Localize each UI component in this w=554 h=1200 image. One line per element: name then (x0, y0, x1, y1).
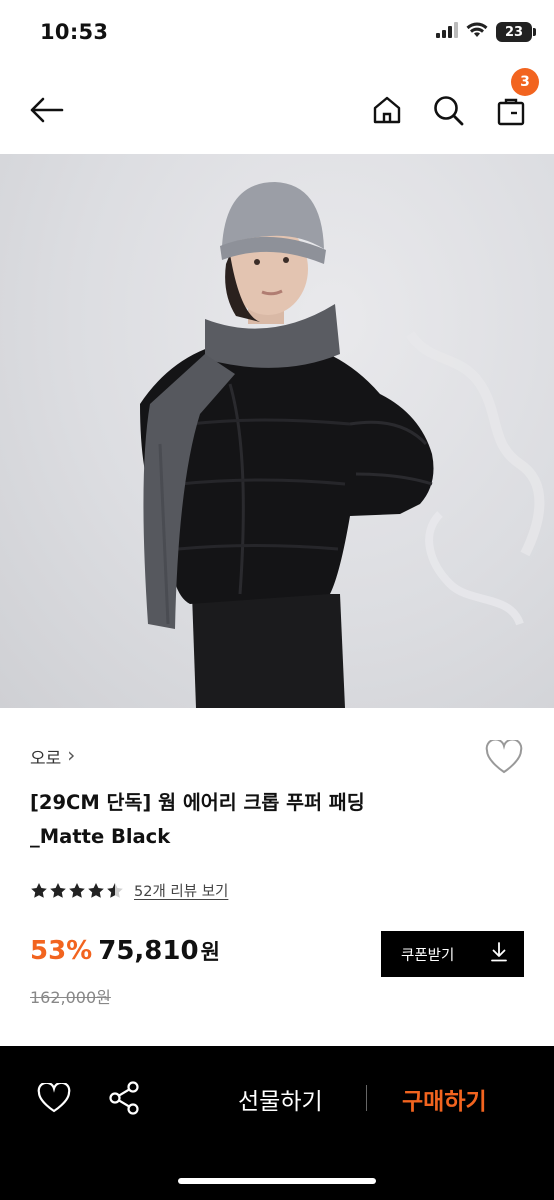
coupon-label: 쿠폰받기 (401, 947, 455, 964)
star-icon (88, 883, 104, 898)
coupon-button[interactable]: 쿠폰받기 (381, 931, 524, 977)
product-image[interactable] (0, 154, 554, 708)
rating-row: 52개 리뷰 보기 (30, 880, 228, 901)
chevron-right-icon: › (67, 743, 76, 767)
share-icon[interactable] (104, 1078, 144, 1118)
review-link[interactable]: 52개 리뷰 보기 (134, 880, 228, 901)
home-icon[interactable] (370, 92, 404, 128)
top-nav: 3 (0, 66, 554, 154)
brand-link[interactable]: 오로 › (30, 743, 76, 769)
signal-icon (436, 22, 458, 42)
brand-name: 오로 (30, 749, 62, 769)
currency-unit: 원 (200, 940, 220, 964)
cart-badge: 3 (511, 68, 539, 96)
product-title: [29CM 단독] 웜 에어리 크롭 푸퍼 패딩 _Matte Black (30, 786, 470, 854)
download-icon (490, 942, 508, 966)
back-arrow-icon[interactable] (26, 92, 66, 128)
star-icon (50, 883, 66, 898)
status-icons: 23 (436, 22, 536, 42)
product-title-line2: _Matte Black (30, 825, 171, 848)
search-icon[interactable] (430, 92, 466, 128)
price-row: 53% 75,810 원 (30, 936, 220, 966)
bottom-action-bar (0, 1046, 554, 1200)
star-icon (107, 883, 123, 898)
wifi-icon (466, 22, 488, 42)
status-bar: 10:53 23 (0, 0, 554, 66)
star-icon (69, 883, 85, 898)
battery-icon: 23 (496, 22, 536, 42)
cart-icon[interactable]: 3 (495, 68, 539, 128)
star-rating (30, 882, 124, 899)
bottom-divider (366, 1085, 367, 1111)
original-price: 162,000원 (30, 988, 111, 1007)
discount-rate: 53% (30, 936, 93, 966)
gift-button[interactable]: 선물하기 (238, 1082, 323, 1116)
product-photo-illustration (140, 182, 545, 708)
star-icon (31, 883, 47, 898)
home-indicator (178, 1178, 376, 1184)
like-heart-icon[interactable] (34, 1080, 74, 1116)
buy-button[interactable]: 구매하기 (402, 1082, 487, 1116)
wishlist-heart-icon[interactable] (484, 738, 524, 776)
status-time: 10:53 (40, 20, 109, 44)
product-title-line1: [29CM 단독] 웜 에어리 크롭 푸퍼 패딩 (30, 791, 365, 814)
sale-price: 75,810 (98, 936, 199, 966)
